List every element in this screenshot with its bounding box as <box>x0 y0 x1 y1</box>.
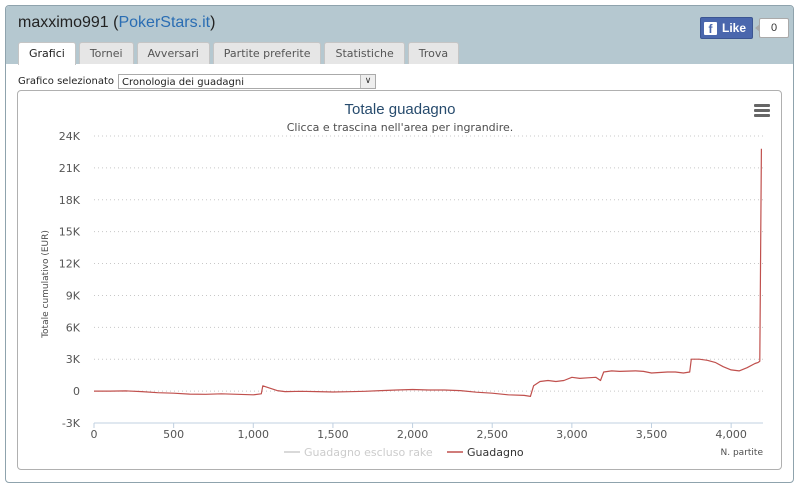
x-tick-label: 1,500 <box>317 428 349 441</box>
chart-container[interactable]: Totale guadagno Clicca e trascina nell'a… <box>17 90 782 470</box>
y-tick-label: 9K <box>66 289 81 302</box>
chart-title: Totale guadagno <box>345 101 456 118</box>
x-tick-label: 2,500 <box>476 428 508 441</box>
y-tick-label: 6K <box>66 321 81 334</box>
x-tick-label: 0 <box>91 428 98 441</box>
site-link[interactable]: PokerStars.it <box>118 14 210 31</box>
chart-selector-label: Grafico selezionato <box>18 76 115 87</box>
title-bar: maxximo991 (PokerStars.it) f Like 0 Graf… <box>6 6 793 65</box>
chevron-down-icon[interactable]: ∨ <box>360 75 376 88</box>
y-tick-label: 21K <box>59 162 81 175</box>
facebook-like-count: 0 <box>755 18 790 38</box>
tab-trova[interactable]: Trova <box>407 42 460 64</box>
y-tick-label: -3K <box>62 417 81 430</box>
x-tick-label: 4,000 <box>715 428 747 441</box>
tab-grafici[interactable]: Grafici <box>18 42 76 65</box>
chart-selector-dropdown[interactable]: Cronologia dei guadagni ∨ <box>118 74 377 89</box>
y-tick-label: 3K <box>66 353 81 366</box>
window-title: maxximo991 (PokerStars.it) <box>18 14 216 31</box>
x-tick-label: 2,000 <box>397 428 429 441</box>
chart-selector-value: Cronologia dei guadagni <box>122 77 245 88</box>
facebook-like: f Like 0 <box>700 17 790 39</box>
legend-item-earnings[interactable]: Guadagno <box>467 446 524 459</box>
x-tick-label: 3,500 <box>636 428 668 441</box>
facebook-like-button[interactable]: f Like <box>700 17 754 39</box>
chart-legend: Guadagno escluso rake Guadagno <box>284 446 524 459</box>
x-tick-label: 1,000 <box>238 428 270 441</box>
legend-item-excluded-rake[interactable]: Guadagno escluso rake <box>304 446 433 459</box>
y-tick-label: 12K <box>59 258 81 271</box>
y-tick-label: 15K <box>59 226 81 239</box>
y-tick-label: 0 <box>73 385 80 398</box>
x-axis-label: N. partite <box>721 448 764 458</box>
earnings-chart[interactable]: Totale guadagno Clicca e trascina nell'a… <box>18 91 781 469</box>
x-tick-label: 3,000 <box>556 428 588 441</box>
facebook-like-label: Like <box>722 21 747 35</box>
profile-window: maxximo991 (PokerStars.it) f Like 0 Graf… <box>5 5 794 483</box>
tab-bar: Grafici Tornei Avversari Partite preferi… <box>18 42 462 65</box>
tab-avversari[interactable]: Avversari <box>136 42 210 64</box>
y-tick-label: 24K <box>59 130 81 143</box>
y-axis-label: Totale cumulativo (EUR) <box>41 230 51 339</box>
facebook-icon: f <box>704 21 717 36</box>
username: maxximo991 <box>18 14 109 31</box>
y-tick-label: 18K <box>59 194 81 207</box>
chart-subtitle: Clicca e trascina nell'area per ingrandi… <box>287 121 514 134</box>
tab-tornei[interactable]: Tornei <box>78 42 134 64</box>
x-tick-label: 500 <box>163 428 184 441</box>
tab-partite-preferite[interactable]: Partite preferite <box>212 42 322 64</box>
chart-selector-row: Grafico selezionato Cronologia dei guada… <box>18 74 377 89</box>
chart-menu-icon[interactable] <box>754 104 770 118</box>
tab-statistiche[interactable]: Statistiche <box>324 42 405 64</box>
